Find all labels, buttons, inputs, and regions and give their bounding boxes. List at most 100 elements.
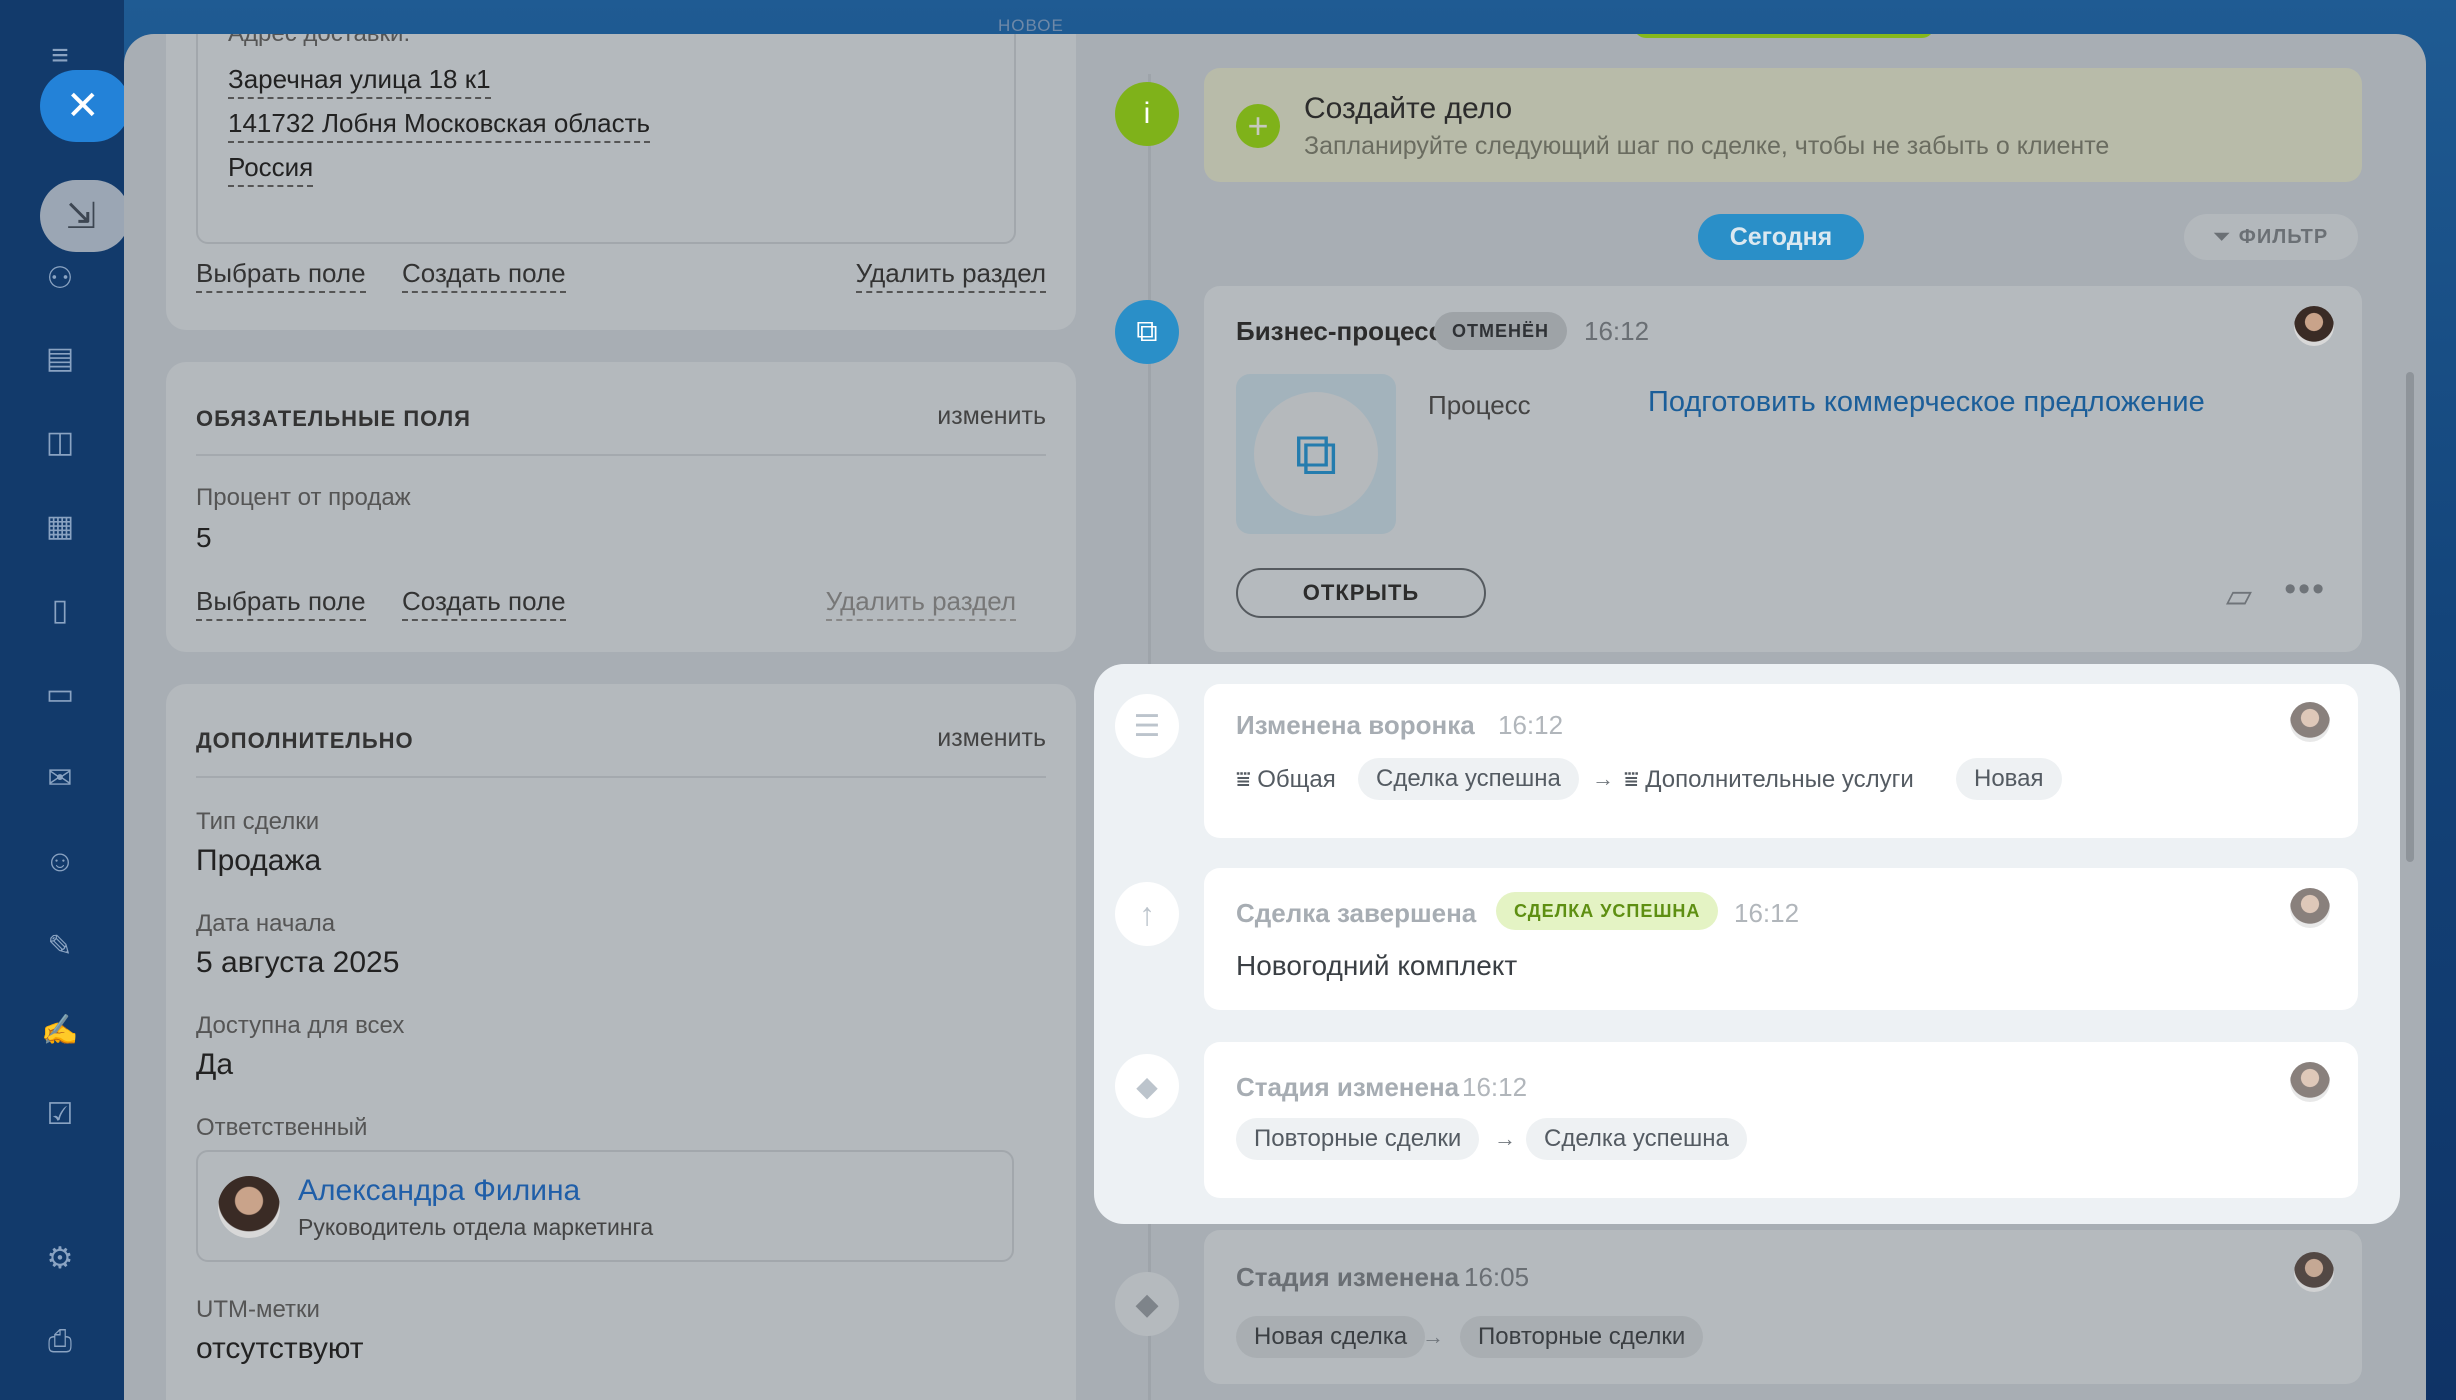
stage1-time: 16:12 bbox=[1462, 1072, 1528, 1102]
stage2-from-chip: Новая сделка bbox=[1236, 1316, 1426, 1358]
edit-icon[interactable]: ✎ bbox=[36, 922, 84, 970]
address-line-2[interactable]: 141732 Лобня Московская область bbox=[228, 108, 651, 143]
percent-value[interactable]: 5 bbox=[196, 522, 212, 554]
business-process-card: Бизнес-процесс ОТМЕНЁН 16:12 ⧉ Процесс П… bbox=[1204, 286, 2362, 652]
author-avatar[interactable] bbox=[2294, 1252, 2334, 1292]
deal-type-label: Тип сделки bbox=[196, 808, 320, 835]
bp-status-badge: ОТМЕНЁН bbox=[1434, 312, 1568, 350]
delete-section-link[interactable]: Удалить раздел bbox=[855, 258, 1046, 293]
create-field-link[interactable]: Создать поле bbox=[402, 258, 566, 293]
author-avatar[interactable] bbox=[2290, 888, 2330, 928]
address-label: Адрес доставки: bbox=[228, 34, 410, 48]
info-icon: i bbox=[1115, 82, 1179, 146]
address-box: Адрес доставки: Заречная улица 18 к1 141… bbox=[196, 34, 1016, 244]
closed-time: 16:12 bbox=[1734, 898, 1800, 928]
required-fields-edit[interactable]: изменить bbox=[937, 402, 1046, 431]
author-avatar[interactable] bbox=[2290, 1062, 2330, 1102]
responsible-label: Ответственный bbox=[196, 1114, 368, 1141]
card-icon[interactable]: ▭ bbox=[36, 670, 84, 718]
business-process-icon: ⧉ bbox=[1115, 300, 1179, 364]
stage-change-card-2: Стадия изменена 16:05 Новая сделка → Пов… bbox=[1204, 1230, 2362, 1384]
funnel-to-stage-chip: Новая bbox=[1956, 758, 2062, 800]
bp-process-link[interactable]: Подготовить коммерческое предложение bbox=[1648, 386, 2205, 419]
stage-tag-icon: ◆ bbox=[1115, 1054, 1179, 1118]
gear-icon[interactable]: ⚙ bbox=[36, 1234, 84, 1282]
funnel-time: 16:12 bbox=[1498, 710, 1564, 740]
more-icon[interactable]: ••• bbox=[2284, 570, 2326, 609]
users-icon[interactable]: ☺ bbox=[36, 838, 84, 886]
file-icon[interactable]: ▯ bbox=[36, 586, 84, 634]
percent-label: Процент от продаж bbox=[196, 484, 411, 511]
author-avatar[interactable] bbox=[2290, 702, 2330, 742]
funnel-to-name: Дополнительные услуги bbox=[1645, 766, 1914, 793]
funnel-change-card: Изменена воронка 16:12 ⩸ Общая Сделка ус… bbox=[1204, 684, 2358, 838]
funnel-title: Изменена воронка bbox=[1236, 710, 1475, 740]
filter-icon: ⏷ bbox=[2213, 225, 2231, 248]
arrow-icon: → bbox=[1422, 1324, 1444, 1349]
arrow-icon: → bbox=[1494, 1126, 1516, 1151]
closed-product: Новогодний комплект bbox=[1236, 950, 1518, 981]
document-icon[interactable]: ▤ bbox=[36, 334, 84, 382]
bp-open-button[interactable]: ОТКРЫТЬ bbox=[1236, 568, 1486, 618]
funnel-from: ⩸ Общая bbox=[1236, 766, 1336, 794]
responsible-name[interactable]: Александра Филина bbox=[298, 1174, 580, 1208]
bp-process-label: Процесс bbox=[1428, 390, 1531, 420]
additional-title: ДОПОЛНИТЕЛЬНО bbox=[196, 728, 414, 753]
task-icon[interactable]: ☑ bbox=[36, 1090, 84, 1138]
bp-logo-icon: ⧉ bbox=[1254, 392, 1378, 516]
create-field-link[interactable]: Создать поле bbox=[402, 586, 566, 621]
create-task-title[interactable]: Создайте дело bbox=[1304, 92, 1512, 126]
stage2-to-chip: Повторные сделки bbox=[1460, 1316, 1704, 1358]
create-task-card[interactable]: + Создайте дело Запланируйте следующий ш… bbox=[1204, 68, 2362, 182]
filter-button[interactable]: ⏷ ФИЛЬТР bbox=[2184, 214, 2358, 260]
calendar-icon[interactable]: ▦ bbox=[36, 502, 84, 550]
deal-closed-card: Сделка завершена СДЕЛКА УСПЕШНА 16:12 Но… bbox=[1204, 868, 2358, 1010]
stage2-time: 16:05 bbox=[1464, 1262, 1530, 1292]
required-fields-title: ОБЯЗАТЕЛЬНЫЕ ПОЛЯ bbox=[196, 406, 471, 431]
funnel-to: ⩸ Дополнительные услуги bbox=[1624, 766, 1914, 794]
address-line-3[interactable]: Россия bbox=[228, 152, 314, 187]
start-date-label: Дата начала bbox=[196, 910, 336, 937]
additional-edit[interactable]: изменить bbox=[937, 724, 1046, 753]
plus-icon[interactable]: + bbox=[1236, 104, 1280, 148]
address-line-1[interactable]: Заречная улица 18 к1 bbox=[228, 64, 491, 99]
timeline-scrollbar[interactable] bbox=[2406, 372, 2414, 862]
close-slider-button[interactable]: ✕ bbox=[40, 70, 130, 142]
start-date-value[interactable]: 5 августа 2025 bbox=[196, 946, 399, 980]
responsible-avatar[interactable] bbox=[218, 1176, 280, 1238]
utm-label: UTM-метки bbox=[196, 1296, 320, 1323]
delete-section-link[interactable]: Удалить раздел bbox=[825, 586, 1016, 621]
sign-icon[interactable]: ✍ bbox=[36, 1006, 84, 1054]
utm-value: отсутствуют bbox=[196, 1332, 364, 1365]
select-field-link[interactable]: Выбрать поле bbox=[196, 586, 366, 621]
mail-icon[interactable]: ✉ bbox=[36, 754, 84, 802]
additional-section: ДОПОЛНИТЕЛЬНО изменить Тип сделки Продаж… bbox=[166, 684, 1076, 1400]
print-icon[interactable]: ⎙ bbox=[36, 1318, 84, 1366]
filter-label: ФИЛЬТР bbox=[2238, 225, 2329, 248]
create-task-hint: Запланируйте следующий шаг по сделке, чт… bbox=[1304, 132, 2110, 160]
public-value[interactable]: Да bbox=[196, 1048, 233, 1082]
select-field-link[interactable]: Выбрать поле bbox=[196, 258, 366, 293]
responsible-box[interactable]: Александра Филина Руководитель отдела ма… bbox=[196, 1150, 1014, 1262]
arrow-up-icon: ↑ bbox=[1115, 882, 1179, 946]
sitemap-icon[interactable]: ⚇ bbox=[36, 254, 84, 302]
address-section: Адрес доставки: Заречная улица 18 к1 141… bbox=[166, 34, 1076, 330]
note-icon[interactable]: ▱ bbox=[2226, 576, 2252, 616]
closed-title: Сделка завершена bbox=[1236, 898, 1477, 928]
responsible-position: Руководитель отдела маркетинга bbox=[298, 1214, 654, 1240]
bp-time: 16:12 bbox=[1584, 316, 1650, 346]
arrow-icon: → bbox=[1592, 766, 1614, 791]
closed-status-badge: СДЕЛКА УСПЕШНА bbox=[1496, 892, 1719, 930]
chat-icon[interactable]: ◫ bbox=[36, 418, 84, 466]
author-avatar[interactable] bbox=[2294, 306, 2334, 346]
deal-type-value[interactable]: Продажа bbox=[196, 844, 321, 878]
funnel-from-name: Общая bbox=[1257, 766, 1336, 793]
today-pill: Сегодня bbox=[1698, 214, 1864, 260]
funnel-icon: ☰ bbox=[1115, 694, 1179, 758]
bp-logo: ⧉ bbox=[1236, 374, 1396, 534]
collapse-slider-button[interactable]: ⇲ bbox=[40, 180, 130, 252]
collapse-icon: ⇲ bbox=[66, 195, 97, 236]
bp-title: Бизнес-процесс bbox=[1236, 316, 1444, 346]
new-column-label: НОВОЕ bbox=[998, 16, 1064, 35]
divider bbox=[196, 454, 1046, 456]
